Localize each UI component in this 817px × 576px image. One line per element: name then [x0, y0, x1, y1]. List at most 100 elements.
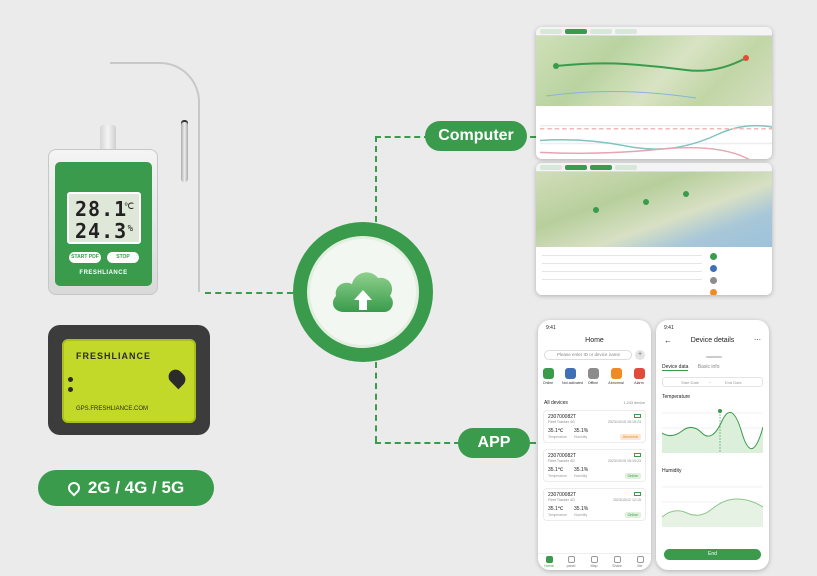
- humidity-label: Humidity: [574, 513, 588, 517]
- more-icon[interactable]: ⋯: [754, 336, 761, 344]
- tracker-led: [68, 387, 73, 392]
- logger-shell: 28.1 ℃ 24.3 % START PDF STOP FRESHLIANCE: [48, 149, 158, 295]
- map-view: [536, 172, 772, 247]
- nav-share[interactable]: Share: [608, 556, 626, 568]
- temperature-label: Temperature: [548, 474, 568, 478]
- lcd-temperature-unit: ℃: [123, 202, 134, 212]
- device-card[interactable]: 230700082T Fleet Tracker 4G 2023/10/15 1…: [543, 410, 646, 443]
- tab-basic-info[interactable]: Basic info: [698, 364, 720, 370]
- connector-line: [375, 136, 430, 138]
- quick-action-offline[interactable]: Offline: [585, 368, 601, 385]
- web-dashboard-map-route: [536, 27, 772, 159]
- all-devices-count: 1,243 device: [623, 401, 645, 405]
- bottom-nav: Home panel Map Share Me: [538, 553, 651, 570]
- tab: [615, 28, 637, 34]
- temperature-label: Temperature: [548, 513, 568, 517]
- connector-line: [375, 442, 460, 444]
- end-button[interactable]: End: [664, 549, 761, 560]
- temperature-label: Temperature: [548, 435, 568, 439]
- temperature-section-label: Temperature: [662, 394, 691, 400]
- temperature-chart: [662, 409, 763, 453]
- cloud-upload-icon: [332, 272, 393, 312]
- location-pin-icon: [65, 479, 83, 497]
- add-device-button[interactable]: +: [635, 350, 645, 360]
- date-range-picker[interactable]: Start Date ~ End Date: [662, 377, 763, 387]
- status-badge: Online: [624, 473, 641, 479]
- quick-action-label: Abnormal: [608, 381, 624, 385]
- nav-me[interactable]: Me: [631, 556, 649, 568]
- nav-panel[interactable]: panel: [562, 556, 580, 568]
- all-devices-label: All devices: [544, 400, 568, 406]
- battery-icon: [634, 453, 641, 457]
- quick-action-not-activated[interactable]: Not activated: [562, 368, 583, 385]
- network-label: 2G / 4G / 5G: [87, 478, 185, 497]
- quick-action-label: Online: [542, 381, 554, 385]
- connector-line: [375, 362, 377, 442]
- online-icon: [542, 368, 554, 379]
- device-card[interactable]: 230700082T Fleet Tracker 4G 2023/10/15 1…: [543, 449, 646, 482]
- share-icon: [613, 556, 621, 563]
- nav-label: Share: [612, 564, 622, 568]
- nav-label: Me: [637, 564, 643, 568]
- sheet-handle: [706, 356, 722, 358]
- device-date: 2023/10/15 15:15:23: [608, 420, 641, 424]
- table-row: [542, 263, 702, 264]
- tab: [590, 164, 612, 170]
- status-badge: Abnormal: [619, 434, 641, 440]
- tab-device-data[interactable]: Device data: [662, 364, 689, 371]
- device-humidity: 35.1%: [574, 506, 589, 512]
- tracker-website: GPS.FRESHLIANCE.COM: [76, 406, 149, 412]
- web-dashboard-device-list: [536, 163, 772, 295]
- lcd-humidity: 24.3: [75, 219, 128, 243]
- page-title: Home: [585, 337, 604, 344]
- temperature-chart: [540, 124, 772, 159]
- device-card[interactable]: 230700082T Fleet Tracker 4G 2023/10/12 1…: [543, 488, 646, 521]
- logger-start-button: START PDF: [69, 252, 101, 263]
- nav-label: Home: [544, 564, 554, 568]
- connector-line: [205, 292, 293, 294]
- computer-label: Computer: [425, 121, 527, 151]
- status-time: 9:41: [546, 325, 556, 331]
- device-humidity: 35.1%: [574, 428, 589, 434]
- humidity-label: Humidity: [574, 474, 588, 478]
- tab: [590, 28, 612, 34]
- not-activated-icon: [564, 368, 576, 379]
- table-row: [542, 279, 702, 280]
- tab: [540, 164, 562, 170]
- quick-action-abnormal[interactable]: Abnormal: [608, 368, 624, 385]
- device-temperature: 35.1℃: [548, 428, 564, 434]
- device-name: Fleet Tracker 4G: [548, 498, 575, 502]
- offline-icon: [587, 368, 599, 379]
- nav-label: panel: [566, 564, 576, 568]
- app-label: APP: [458, 428, 530, 458]
- data-logger-device: 28.1 ℃ 24.3 % START PDF STOP FRESHLIANCE: [48, 125, 158, 295]
- network-badge: 2G / 4G / 5G: [38, 470, 214, 506]
- quick-action-label: Alarm: [634, 381, 644, 385]
- device-date: 2023/10/15 15:15:23: [608, 459, 641, 463]
- phone-home-screen: 9:41 Home Please enter ID or device name…: [538, 320, 651, 570]
- logger-lcd: 28.1 ℃ 24.3 %: [67, 192, 141, 244]
- device-name: Fleet Tracker 4G: [548, 459, 575, 463]
- quick-action-online[interactable]: Online: [540, 368, 556, 385]
- end-date: End Date: [725, 380, 742, 385]
- humidity-label: Humidity: [574, 435, 588, 439]
- page-title: Device details: [690, 337, 735, 344]
- status-badge: Online: [624, 512, 641, 518]
- battery-icon: [634, 414, 641, 418]
- status-time: 9:41: [664, 325, 674, 331]
- device-date: 2023/10/12 12:15: [613, 498, 641, 502]
- logger-brand: FRESHLIANCE: [79, 270, 128, 276]
- tracker-brand: FRESHLIANCE: [76, 351, 152, 361]
- quick-action-alarm[interactable]: Alarm: [631, 368, 647, 385]
- device-temperature: 35.1℃: [548, 506, 564, 512]
- nav-home[interactable]: Home: [540, 556, 558, 568]
- search-input[interactable]: Please enter ID or device name: [544, 350, 632, 360]
- alarm-icon: [633, 368, 645, 379]
- stat-item: [710, 263, 766, 273]
- map-view: [536, 36, 772, 106]
- nav-label: Map: [590, 564, 598, 568]
- device-temperature: 35.1℃: [548, 467, 564, 473]
- nav-map[interactable]: Map: [585, 556, 603, 568]
- tab: [565, 164, 587, 170]
- map-markers: [593, 191, 689, 213]
